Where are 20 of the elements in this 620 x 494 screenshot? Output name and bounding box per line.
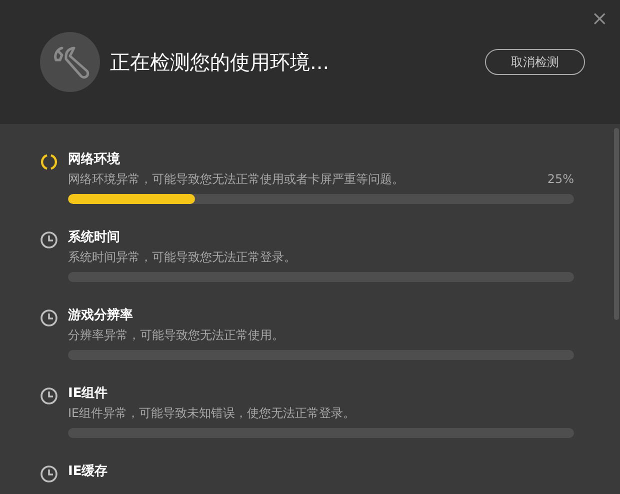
check-description: 系统时间异常，可能导致您无法正常登录。 — [68, 249, 296, 266]
close-button[interactable]: × — [589, 8, 610, 28]
scrollbar-thumb[interactable] — [614, 128, 619, 320]
check-description: 网络环境异常，可能导致您无法正常使用或者卡屏严重等问题。 — [68, 171, 404, 188]
clock-icon — [40, 387, 58, 405]
check-name: IE组件 — [68, 385, 109, 403]
progress-percent: 25% — [547, 171, 574, 188]
check-name: 网络环境 — [68, 150, 121, 169]
cancel-button[interactable]: 取消检测 — [485, 49, 585, 75]
clock-icon — [40, 309, 58, 327]
loading-spinner-icon — [40, 153, 58, 171]
clock-icon — [40, 231, 58, 249]
check-description: 分辨率异常，可能导致您无法正常使用。 — [68, 327, 284, 344]
check-name: 游戏分辨率 — [68, 306, 134, 325]
check-description: IE组件异常，可能导致未知错误，使您无法正常登录。 — [68, 405, 356, 422]
wrench-icon — [40, 32, 100, 92]
check-name: 系统时间 — [68, 228, 121, 247]
clock-icon — [40, 465, 58, 483]
check-name: IE缓存 — [68, 463, 109, 481]
window-title: 正在检测您的使用环境... — [110, 48, 330, 76]
